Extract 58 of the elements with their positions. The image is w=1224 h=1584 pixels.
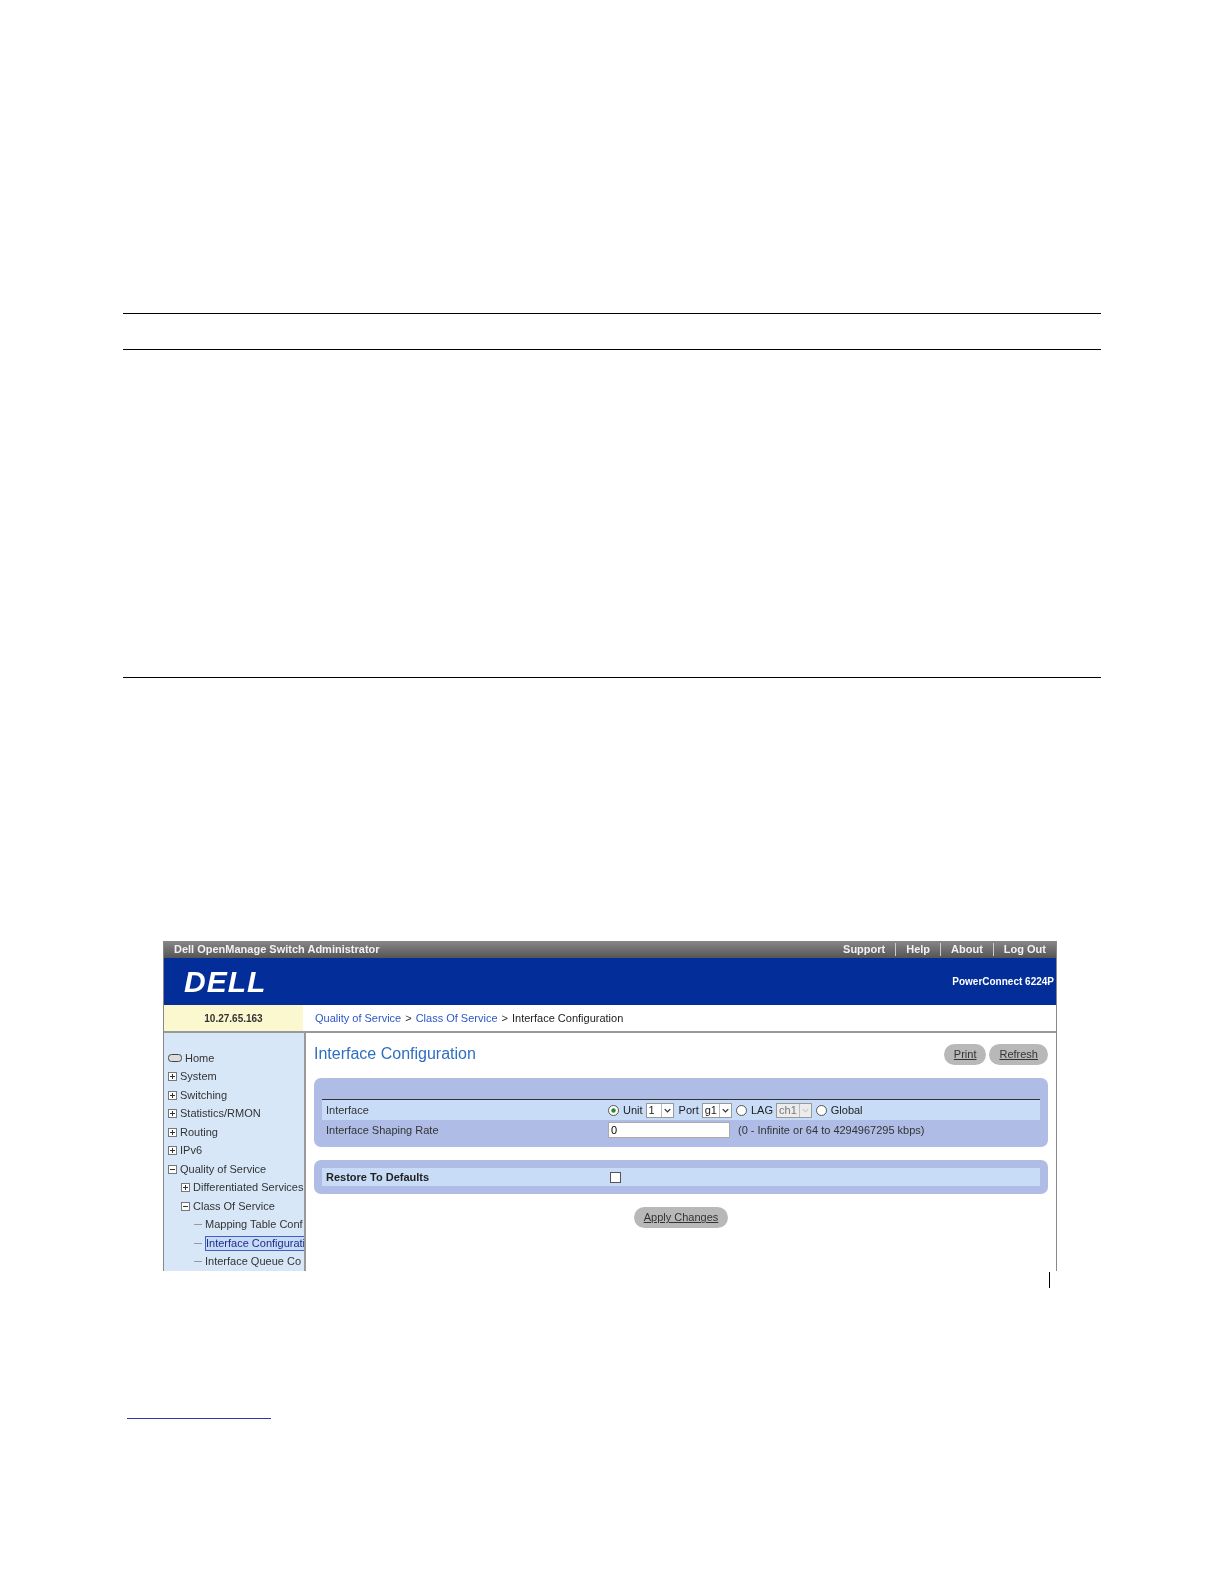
tree-item[interactable]: Routing (180, 1125, 218, 1139)
caret-icon (719, 1103, 731, 1117)
option-label: Global (830, 1102, 863, 1118)
option-label: LAG (751, 1102, 773, 1118)
collapse-icon[interactable] (181, 1201, 190, 1211)
page-title: Interface Configuration (314, 1044, 476, 1064)
header-link[interactable]: Help (895, 943, 941, 956)
tree-item[interactable]: System (180, 1070, 217, 1084)
input-field[interactable]: 0 (608, 1122, 730, 1138)
field-label: Interface (325, 1102, 370, 1118)
field-label: Restore To Defaults (325, 1169, 431, 1185)
tree-item[interactable]: Quality of Service (180, 1162, 267, 1176)
header-link[interactable]: Support (833, 943, 896, 956)
expand-icon[interactable] (168, 1072, 177, 1082)
toolbar-button[interactable]: Refresh (989, 1043, 1048, 1065)
app-title: Dell OpenManage Switch Administrator (174, 942, 380, 958)
header-link[interactable]: About (940, 943, 993, 956)
tree-item[interactable]: Interface Configurati (205, 1235, 304, 1251)
tree-connector (194, 1224, 202, 1226)
tree-item[interactable]: Switching (180, 1088, 228, 1102)
toolbar-button[interactable]: Print (943, 1043, 987, 1065)
tree-item[interactable]: Statistics/RMON (180, 1107, 261, 1121)
expand-icon[interactable] (168, 1090, 177, 1100)
dropdown[interactable]: 1 (645, 1102, 674, 1118)
tree-item[interactable]: Differentiated Services (193, 1181, 304, 1195)
header-link[interactable]: Log Out (992, 943, 1056, 956)
breadcrumb-separator: > (405, 1010, 412, 1026)
expand-icon[interactable] (168, 1146, 177, 1156)
expand-icon[interactable] (168, 1127, 177, 1137)
breadcrumb-separator: > (501, 1010, 508, 1026)
checkbox[interactable] (610, 1171, 621, 1183)
tree-item[interactable]: Interface Queue Co (205, 1255, 301, 1269)
option-label: Port (678, 1102, 699, 1118)
caret-icon (798, 1103, 811, 1117)
drive-icon (168, 1054, 182, 1063)
apply-button[interactable]: Apply Changes (633, 1207, 729, 1228)
expand-icon[interactable] (181, 1183, 190, 1193)
option-label: Unit (623, 1102, 643, 1118)
product-name: PowerConnect 6224P (952, 975, 1054, 989)
radio-button[interactable] (815, 1104, 827, 1116)
caret-icon (660, 1103, 673, 1117)
tree-connector (194, 1261, 202, 1263)
radio-button[interactable] (608, 1104, 619, 1116)
tree-connector (194, 1242, 202, 1244)
collapse-icon[interactable] (168, 1164, 177, 1174)
range-hint: (0 - Infinite or 64 to 4294967295 kbps) (738, 1122, 925, 1138)
breadcrumb-current: Interface Configuration (512, 1010, 624, 1026)
logo: DELL (184, 964, 267, 1000)
tree-item[interactable]: Class Of Service (193, 1199, 275, 1213)
ip-address: 10.27.65.163 (204, 1011, 263, 1026)
expand-icon[interactable] (168, 1109, 177, 1119)
dropdown[interactable]: g1 (701, 1102, 732, 1118)
tree-item[interactable]: IPv6 (180, 1144, 202, 1158)
breadcrumb-link[interactable]: Quality of Service (315, 1009, 402, 1027)
breadcrumb-link[interactable]: Class Of Service (415, 1009, 498, 1027)
tree-item[interactable]: Mapping Table Conf (205, 1218, 303, 1232)
field-label: Interface Shaping Rate (325, 1122, 440, 1138)
tree-item[interactable]: Home (185, 1051, 215, 1065)
